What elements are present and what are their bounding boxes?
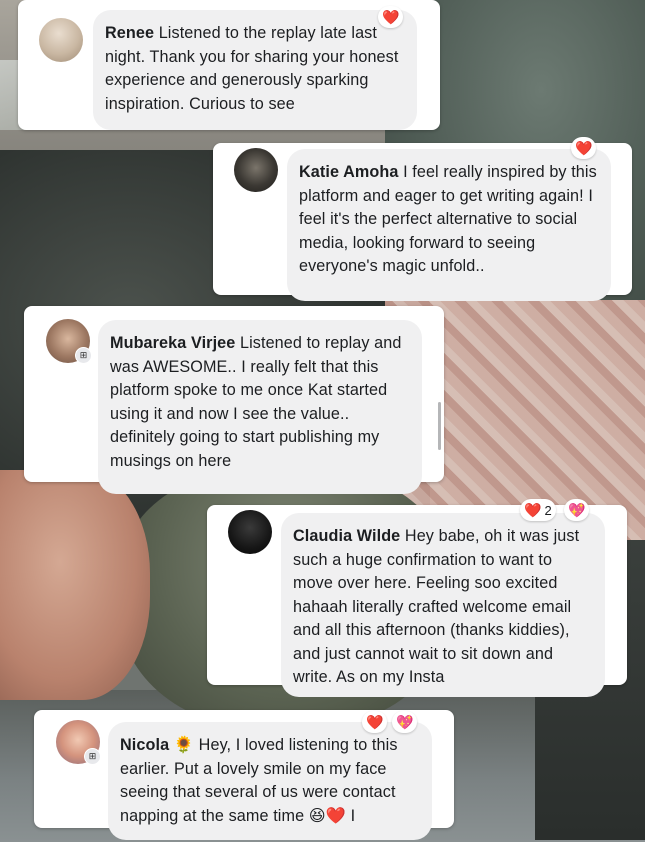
comment-bubble: Katie Amoha I feel really inspired by th… [287,149,611,301]
sunflower-icon: 🌻 [173,736,195,754]
reaction-pill[interactable]: 💖 [392,711,418,733]
comment-author[interactable]: Nicola [120,736,169,754]
comment-author[interactable]: Renee [105,24,154,42]
comment-text: Listened to replay and was AWESOME.. I r… [110,334,402,470]
comment-text: Hey babe, oh it was just such a huge con… [293,527,580,686]
reaction-pill[interactable]: ❤️ [362,711,388,733]
comment-bubble: Renee Listened to the replay late last n… [93,10,417,130]
comment-bubble: Nicola 🌻 Hey, I loved listening to this … [108,722,432,840]
reaction-pill[interactable]: ❤️ [571,137,597,159]
comment-card: Claudia Wilde Hey babe, oh it was just s… [207,499,627,697]
comment-bubble: Claudia Wilde Hey babe, oh it was just s… [281,513,605,697]
community-badge-icon: ⊞ [84,748,101,765]
sparkling-heart-icon: 💖 [568,502,586,518]
red-heart-icon: ❤️ [524,502,542,518]
comment-card: Renee Listened to the replay late last n… [18,0,440,130]
comment-author[interactable]: Katie Amoha [299,163,398,181]
comment-card: ⊞ Nicola 🌻 Hey, I loved listening to thi… [34,710,454,840]
red-heart-icon: ❤️ [366,714,384,730]
comment-author[interactable]: Claudia Wilde [293,527,400,545]
reaction-pill[interactable]: ❤️ 2 [520,499,556,521]
avatar[interactable] [39,18,83,62]
sparkling-heart-icon: 💖 [396,714,414,730]
scrollbar[interactable] [438,402,441,450]
avatar[interactable] [234,148,278,192]
reaction-pill[interactable]: 💖 [564,499,590,521]
comment-author[interactable]: Mubareka Virjee [110,334,235,352]
red-heart-icon: ❤️ [382,9,400,25]
comment-card: ⊞ Mubareka Virjee Listened to replay and… [24,306,444,494]
avatar[interactable] [228,510,272,554]
reaction-count: 2 [544,502,552,518]
red-heart-icon: ❤️ [575,140,593,156]
community-badge-icon: ⊞ [75,347,92,364]
comment-bubble: Mubareka Virjee Listened to replay and w… [98,320,422,494]
background-hand [0,470,150,700]
comment-card: Katie Amoha I feel really inspired by th… [213,137,632,301]
reaction-pill[interactable]: ❤️ [378,6,404,28]
